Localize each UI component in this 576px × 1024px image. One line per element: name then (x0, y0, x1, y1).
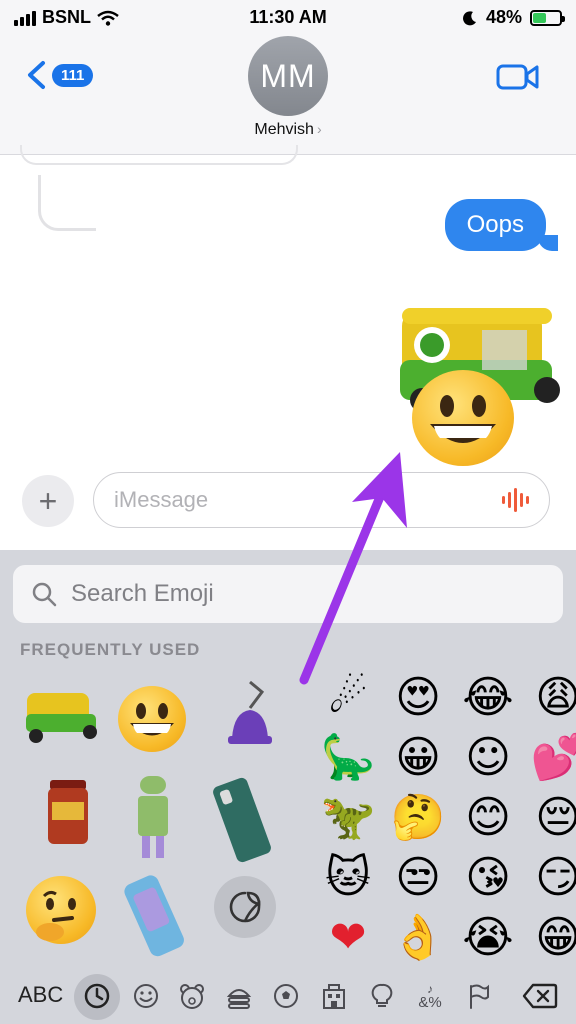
ok-hand-emoji[interactable]: 👌 (388, 908, 448, 968)
bulb-icon[interactable] (366, 980, 398, 1012)
reply-thread-line (38, 175, 96, 231)
sticker-peel-icon (229, 891, 261, 923)
status-bar: BSNL 11:30 AM 48% (0, 0, 576, 36)
abc-keyboard-button[interactable]: ABC (18, 982, 63, 1008)
moon-icon (463, 10, 476, 25)
tears-of-joy-emoji[interactable]: 😂 (458, 668, 518, 728)
audio-waveform-icon[interactable] (502, 487, 529, 513)
symbols-label: &% (418, 994, 442, 1011)
comet-emoji[interactable]: ☄ (318, 668, 378, 728)
battery-percent: 48% (485, 7, 522, 27)
two-hearts-emoji[interactable]: 💕 (528, 728, 576, 788)
pensive-face-emoji[interactable]: 😔 (528, 788, 576, 848)
apps-plus-button[interactable]: + (22, 475, 74, 527)
flag-icon[interactable] (462, 980, 494, 1012)
sticker-message[interactable] (392, 300, 567, 466)
sticker-peel-button[interactable] (214, 876, 276, 938)
sticker-grinning-face[interactable] (118, 686, 186, 752)
frequently-used-heading: FREQUENTLY USED (20, 640, 201, 659)
weary-face-emoji[interactable]: 😩 (528, 668, 576, 728)
sauropod-emoji[interactable]: 🦕 (318, 728, 378, 788)
bubble-tail (538, 235, 558, 251)
emoji-category-bar: ABC ♪ &% (0, 970, 576, 1020)
sticker-jar[interactable] (44, 778, 92, 853)
t-rex-emoji[interactable]: 🦖 (318, 788, 378, 848)
battery-icon (530, 9, 565, 26)
building-icon[interactable] (318, 980, 350, 1012)
sticker-thinking-face[interactable] (26, 876, 96, 944)
contact-name-button[interactable]: Mehvish › (0, 121, 576, 139)
delete-icon[interactable] (520, 980, 560, 1012)
smiling-face-emoji[interactable]: ☺ (458, 728, 518, 788)
conversation-area: Oops + iMessage (0, 145, 576, 550)
symbols-icon[interactable]: ♪ &% (414, 980, 446, 1012)
grinning-face-emoji[interactable]: 😀 (388, 728, 448, 788)
search-icon (32, 582, 57, 607)
back-button[interactable]: 111 (24, 60, 94, 90)
cat-face-emoji[interactable]: 🐱 (318, 848, 378, 908)
imessage-placeholder: iMessage (114, 487, 209, 512)
smirking-face-emoji[interactable]: 😏 (528, 848, 576, 908)
ball-icon[interactable] (270, 980, 302, 1012)
facetime-video-button[interactable] (496, 62, 540, 97)
grinning-face-sticker (412, 370, 514, 466)
kissing-face-emoji[interactable]: 😘 (458, 848, 518, 908)
beaming-face-emoji[interactable]: 😁 (528, 908, 576, 968)
smiley-icon[interactable] (130, 980, 162, 1012)
smiling-eyes-emoji[interactable]: 😊 (458, 788, 518, 848)
heart-eyes-emoji[interactable]: 😍 (388, 668, 448, 728)
sent-message-bubble[interactable]: Oops (444, 199, 546, 251)
sticker-bell-keychain[interactable] (220, 678, 280, 763)
sticker-auto-rickshaw[interactable] (22, 688, 102, 753)
sticker-glitter-case[interactable] (116, 870, 196, 965)
crying-face-emoji[interactable]: 😭 (458, 908, 518, 968)
unamused-face-emoji[interactable]: 😒 (388, 848, 448, 908)
emoji-search-field[interactable]: Search Emoji (13, 565, 563, 623)
recent-icon[interactable] (81, 980, 113, 1012)
emoji-grid: ☄ 😍 😂 😩 🦕 😀 ☺ 💕 🦖 🤔 😊 😔 🐱 😒 😘 😏 ❤ 👌 😭 😁 (318, 668, 576, 968)
sticker-phone-case[interactable] (212, 776, 274, 873)
food-icon[interactable] (223, 980, 255, 1012)
contact-name: Mehvish (254, 121, 314, 138)
emoji-keyboard: Search Emoji FREQUENTLY USED ☄ 😍 😂 😩 🦕 😀… (0, 550, 576, 1024)
status-right: 48% (462, 7, 565, 28)
unread-count-badge: 111 (52, 63, 94, 87)
avatar[interactable]: MM (248, 36, 328, 116)
red-heart-emoji[interactable]: ❤ (318, 908, 378, 968)
chevron-right-icon: › (316, 121, 322, 137)
sticker-android-figure[interactable] (130, 774, 176, 867)
previous-message-bubble (20, 145, 298, 165)
bear-icon[interactable] (176, 980, 208, 1012)
thinking-face-emoji[interactable]: 🤔 (388, 788, 448, 848)
emoji-search-placeholder: Search Emoji (71, 580, 214, 607)
chevron-left-icon (28, 61, 45, 89)
video-camera-icon (496, 64, 539, 90)
imessage-input[interactable]: iMessage (93, 472, 550, 528)
